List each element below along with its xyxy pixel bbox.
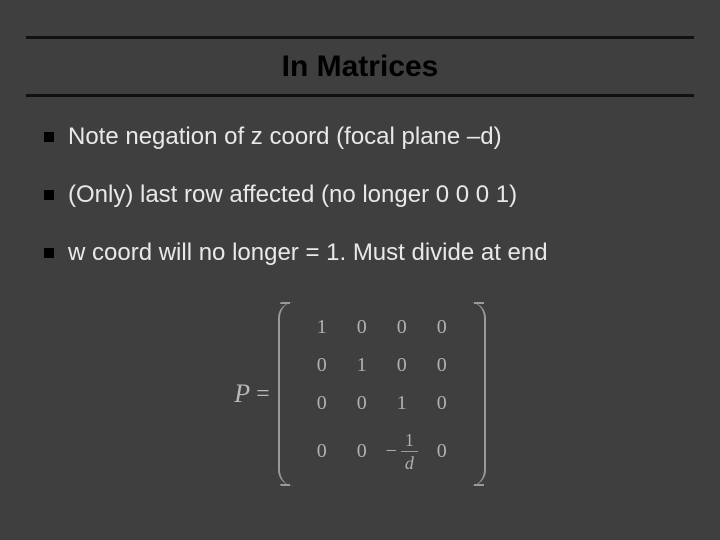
- bullet-item: w coord will no longer = 1. Must divide …: [44, 238, 680, 268]
- title-rule-top: [26, 36, 694, 39]
- equation: P = 1 0 0 0 0 1 0 0 0 0 1 0 0: [234, 302, 485, 486]
- slide-title: In Matrices: [0, 50, 720, 84]
- matrix: 1 0 0 0 0 1 0 0 0 0 1 0 0 0 −: [278, 302, 486, 486]
- bullet-marker-icon: [44, 132, 54, 142]
- right-paren-icon: [468, 302, 486, 486]
- slide: In Matrices Note negation of z coord (fo…: [0, 0, 720, 540]
- equals-sign: =: [256, 381, 270, 408]
- matrix-cell: 0: [397, 316, 407, 339]
- matrix-cell: 0: [437, 354, 447, 377]
- matrix-cell: 1: [357, 354, 367, 377]
- matrix-cell: 1: [397, 392, 407, 415]
- matrix-cell: 0: [317, 392, 327, 415]
- bullet-item: (Only) last row affected (no longer 0 0 …: [44, 180, 680, 210]
- title-rule-bottom: [26, 94, 694, 97]
- matrix-cell: 0: [357, 440, 367, 463]
- matrix-cell: 1: [317, 316, 327, 339]
- bullet-marker-icon: [44, 248, 54, 258]
- fraction: 1 d: [401, 431, 418, 472]
- left-paren-icon: [278, 302, 296, 486]
- bullet-item: Note negation of z coord (focal plane –d…: [44, 122, 680, 152]
- bullet-list: Note negation of z coord (focal plane –d…: [44, 122, 680, 296]
- matrix-cell: 0: [397, 354, 407, 377]
- matrix-cell: 0: [357, 392, 367, 415]
- negative-sign: −: [386, 440, 397, 463]
- fraction-denominator: d: [405, 452, 414, 472]
- bullet-text: w coord will no longer = 1. Must divide …: [68, 238, 548, 268]
- matrix-cell: 0: [437, 440, 447, 463]
- matrix-grid: 1 0 0 0 0 1 0 0 0 0 1 0 0 0 −: [296, 302, 468, 486]
- matrix-cell: 0: [317, 440, 327, 463]
- bullet-text: (Only) last row affected (no longer 0 0 …: [68, 180, 517, 210]
- matrix-cell: 0: [437, 316, 447, 339]
- matrix-cell: 0: [357, 316, 367, 339]
- matrix-cell: 0: [437, 392, 447, 415]
- equation-area: P = 1 0 0 0 0 1 0 0 0 0 1 0 0: [0, 302, 720, 486]
- bullet-marker-icon: [44, 190, 54, 200]
- matrix-cell-fraction: − 1 d: [386, 431, 418, 472]
- matrix-cell: 0: [317, 354, 327, 377]
- equation-lhs: P: [234, 379, 250, 409]
- bullet-text: Note negation of z coord (focal plane –d…: [68, 122, 502, 152]
- fraction-numerator: 1: [401, 431, 418, 451]
